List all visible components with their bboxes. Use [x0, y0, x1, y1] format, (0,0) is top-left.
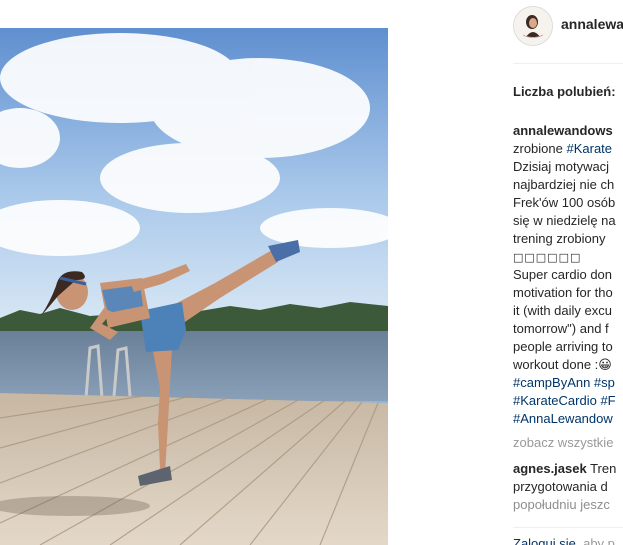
comment-text: przygotowania d: [513, 479, 608, 494]
caption-line: Frek'ów 100 osób: [513, 194, 623, 212]
caption-line: #KarateCardio #F: [513, 392, 623, 410]
caption-line: Dzisiaj motywacj: [513, 158, 623, 176]
footer-divider: [513, 527, 623, 528]
likes-label: Liczba polubień:: [513, 84, 616, 99]
caption-username[interactable]: annalewandows: [513, 122, 623, 140]
view-all-comments-link[interactable]: zobacz wszystkie: [513, 435, 613, 450]
caption-text: it (with daily excu: [513, 303, 612, 318]
comment: agnes.jasek Tren przygotowania d popołudni…: [513, 460, 623, 514]
post-username[interactable]: annalewa: [561, 16, 623, 32]
caption-line: się w niedzielę na: [513, 212, 623, 230]
comment-text: Tren: [586, 461, 617, 476]
caption-text: workout done :😀: [513, 357, 612, 372]
avatar-image: [514, 7, 552, 45]
hashtag-link[interactable]: #campByAnn #sp: [513, 375, 615, 390]
post-photo[interactable]: [0, 28, 388, 545]
caption-line: motivation for tho: [513, 284, 623, 302]
caption-text: trening zrobiony: [513, 231, 606, 246]
caption-line: it (with daily excu: [513, 302, 623, 320]
comment-line: przygotowania d: [513, 478, 623, 496]
login-link[interactable]: Zaloguj się: [513, 536, 576, 545]
caption-text: Dzisiaj motywacj: [513, 159, 610, 174]
caption-line: □□□□□□: [513, 248, 623, 266]
comment-username[interactable]: agnes.jasek: [513, 461, 587, 476]
caption-line: #AnnaLewandow: [513, 410, 623, 428]
post-caption: annalewandows zrobione #Karate Dzisiaj mot…: [513, 122, 623, 428]
login-prompt: Zaloguj się, aby p: [513, 536, 615, 545]
caption-line: Super cardio don: [513, 266, 623, 284]
caption-line: najbardziej nie ch: [513, 176, 623, 194]
caption-text: people arriving to: [513, 339, 613, 354]
caption-line: trening zrobiony: [513, 230, 623, 248]
caption-text: zrobione: [513, 141, 567, 156]
caption-text: Super cardio don: [513, 267, 613, 282]
comment-line: popołudniu jeszc: [513, 496, 623, 514]
hashtag-link[interactable]: #Karate: [566, 141, 612, 156]
caption-text: się w niedzielę na: [513, 213, 616, 228]
caption-text: najbardziej nie ch: [513, 177, 615, 192]
avatar[interactable]: [513, 6, 553, 46]
hashtag-link[interactable]: #KarateCardio #F: [513, 393, 616, 408]
caption-line: tomorrow") and f: [513, 320, 623, 338]
caption-line: workout done :😀: [513, 356, 623, 374]
caption-line: zrobione #Karate: [513, 140, 623, 158]
caption-text: tomorrow") and f: [513, 321, 609, 336]
hashtag-link[interactable]: #AnnaLewandow: [513, 411, 613, 426]
caption-text: Frek'ów 100 osób: [513, 195, 616, 210]
header-divider: [513, 63, 623, 64]
comment-text: popołudniu jeszc: [513, 497, 610, 512]
caption-text: □□□□□□: [513, 251, 582, 264]
caption-line: people arriving to: [513, 338, 623, 356]
caption-line: #campByAnn #sp: [513, 374, 623, 392]
caption-text: motivation for tho: [513, 285, 613, 300]
post-header: annalewa: [388, 0, 623, 64]
photo-scene: [0, 28, 388, 545]
comment-line: agnes.jasek Tren: [513, 460, 623, 478]
post-side-panel: annalewa Liczba polubień: annalewandows z…: [388, 0, 623, 545]
caption-text: annalewandows: [513, 123, 613, 138]
login-prompt-text: , aby p: [575, 536, 615, 545]
